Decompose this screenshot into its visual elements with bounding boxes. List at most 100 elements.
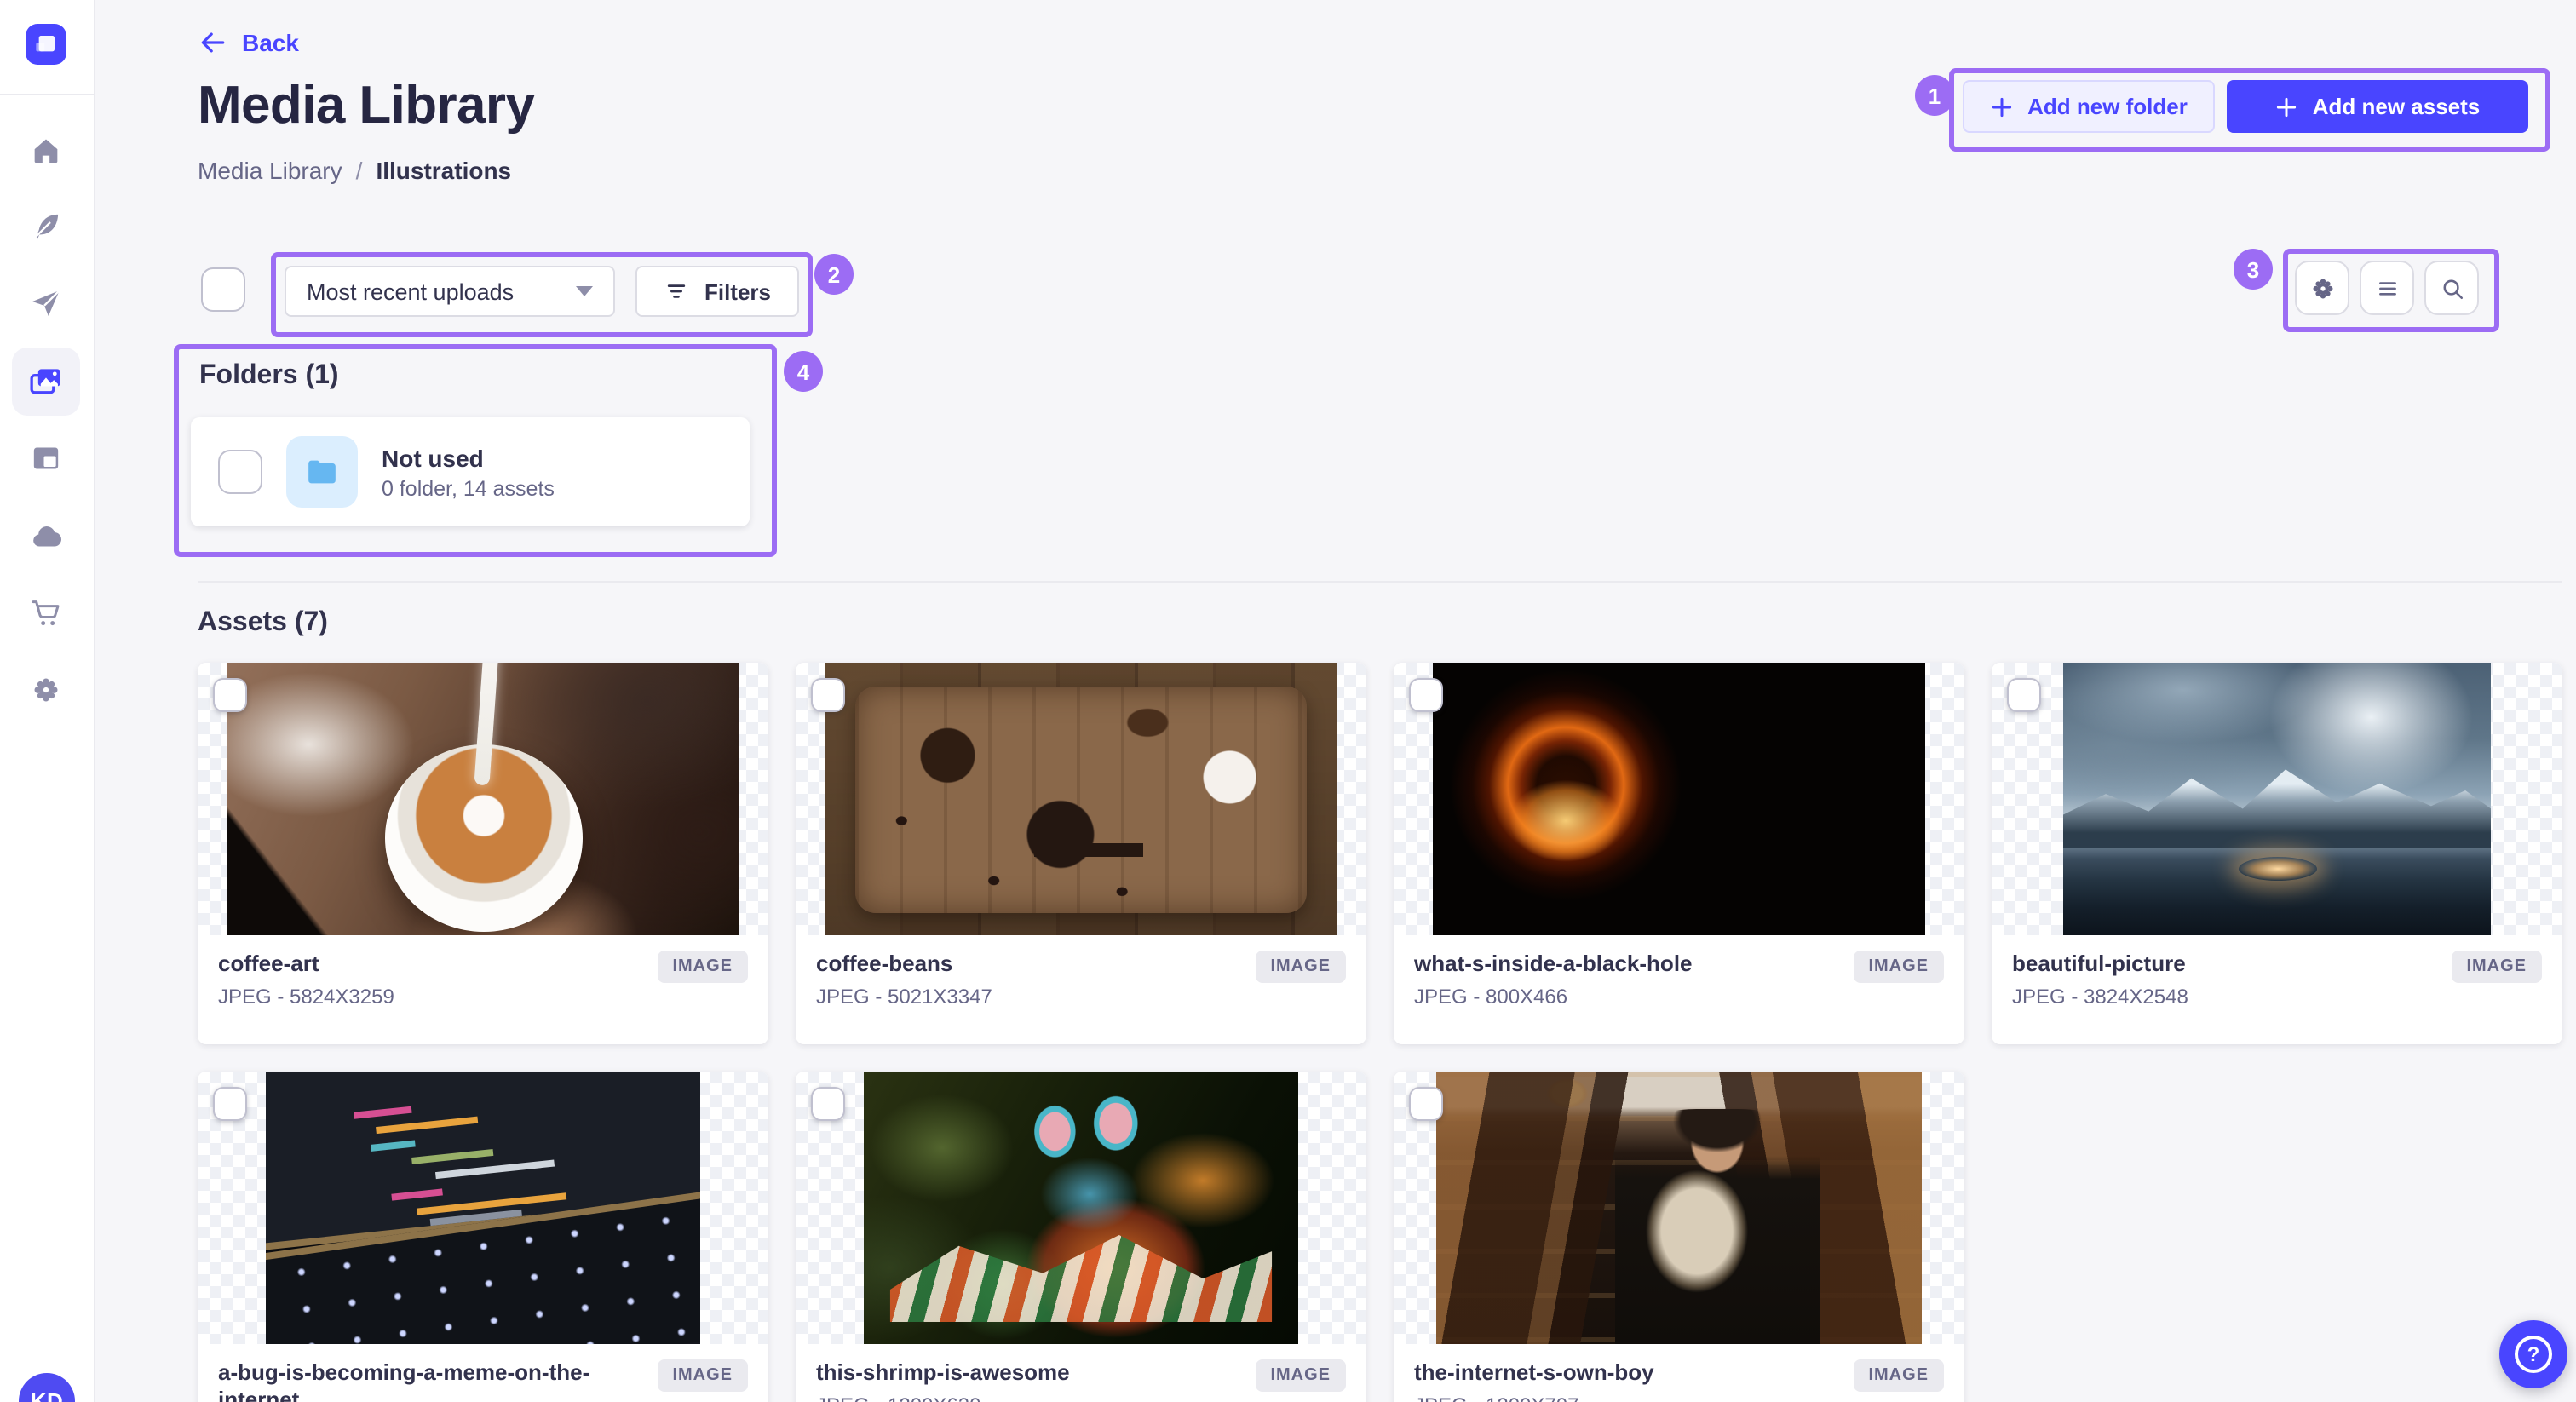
plus-icon: [1992, 96, 2012, 117]
asset-meta: JPEG - 800X466: [1414, 985, 1568, 1008]
asset-title: coffee-beans: [816, 951, 953, 976]
asset-photo-library-boy: [1436, 1072, 1922, 1344]
asset-title: coffee-art: [218, 951, 319, 976]
asset-type-badge: IMAGE: [657, 951, 748, 983]
sidebar-item-settings[interactable]: [12, 656, 80, 724]
sidebar-divider: [0, 94, 94, 95]
paper-plane-icon: [32, 290, 60, 316]
asset-checkbox[interactable]: [2007, 678, 2041, 712]
asset-checkbox[interactable]: [1409, 678, 1443, 712]
cog-icon: [2312, 278, 2332, 298]
asset-thumbnail: [796, 663, 1366, 935]
sidebar-item-home[interactable]: [12, 116, 80, 184]
asset-photo-coffee-art: [226, 663, 740, 935]
folder-meta: 0 folder, 14 assets: [382, 476, 555, 500]
assets-heading: Assets (7): [198, 608, 328, 637]
sidebar: KD: [0, 0, 95, 1402]
asset-card[interactable]: coffee-art JPEG - 5824X3259 IMAGE: [198, 663, 768, 1044]
asset-checkbox[interactable]: [811, 1087, 845, 1121]
asset-checkbox[interactable]: [213, 1087, 247, 1121]
view-settings-button[interactable]: [2295, 261, 2349, 315]
asset-title: the-internet-s-own-boy: [1414, 1359, 1654, 1385]
asset-photo-shrimp: [864, 1072, 1298, 1344]
chevron-down-icon: [576, 286, 593, 296]
assets-grid: coffee-art JPEG - 5824X3259 IMAGE coffee…: [198, 663, 2562, 1402]
cart-icon: [32, 600, 60, 626]
asset-thumbnail: [1394, 1072, 1964, 1344]
search-icon: [2442, 279, 2463, 299]
asset-thumbnail: [198, 663, 768, 935]
folder-checkbox[interactable]: [218, 450, 262, 494]
asset-meta: JPEG - 5021X3347: [816, 985, 992, 1008]
layout-icon: [33, 447, 59, 469]
asset-meta: JPEG - 1200X707: [1414, 1393, 1654, 1402]
back-label: Back: [242, 29, 299, 56]
feather-icon: [34, 214, 59, 239]
sidebar-item-marketplace[interactable]: [12, 579, 80, 647]
user-avatar[interactable]: KD: [19, 1373, 75, 1402]
filters-button[interactable]: Filters: [635, 266, 799, 317]
folder-name: Not used: [382, 444, 484, 471]
annotation-badge-4: 4: [784, 351, 823, 392]
asset-type-badge: IMAGE: [1255, 951, 1346, 983]
asset-thumbnail: [1992, 663, 2562, 935]
list-icon: [2378, 281, 2395, 295]
folder-tile: [286, 436, 358, 508]
sidebar-item-cloud[interactable]: [12, 503, 80, 571]
search-button[interactable]: [2424, 261, 2479, 315]
asset-meta: JPEG - 3824X2548: [2012, 985, 2188, 1008]
breadcrumb: Media Library / Illustrations: [198, 157, 511, 184]
asset-type-badge: IMAGE: [2451, 951, 2542, 983]
asset-title: beautiful-picture: [2012, 951, 2186, 976]
asset-type-badge: IMAGE: [1255, 1359, 1346, 1392]
asset-title: a-bug-is-becoming-a-meme-on-the-internet: [218, 1359, 590, 1402]
asset-card[interactable]: the-internet-s-own-boy JPEG - 1200X707 I…: [1394, 1072, 1964, 1402]
breadcrumb-current: Illustrations: [376, 157, 512, 184]
media-library-icon: [30, 369, 60, 394]
asset-checkbox[interactable]: [1409, 1087, 1443, 1121]
strapi-logo[interactable]: [26, 24, 66, 65]
sidebar-item-content[interactable]: [12, 192, 80, 261]
asset-meta: JPEG - 5824X3259: [218, 985, 394, 1008]
asset-card[interactable]: what-s-inside-a-black-hole JPEG - 800X46…: [1394, 663, 1964, 1044]
gear-icon: [34, 678, 58, 702]
add-new-folder-button[interactable]: Add new folder: [1963, 80, 2215, 133]
sidebar-item-media-library[interactable]: [12, 348, 80, 416]
annotation-badge-1: 1: [1915, 75, 1954, 116]
asset-card[interactable]: beautiful-picture JPEG - 3824X2548 IMAGE: [1992, 663, 2562, 1044]
help-button[interactable]: ?: [2499, 1320, 2567, 1388]
asset-photo-black-hole: [1433, 663, 1925, 935]
breadcrumb-parent[interactable]: Media Library: [198, 157, 342, 184]
asset-card[interactable]: this-shrimp-is-awesome JPEG - 1200X630 I…: [796, 1072, 1366, 1402]
asset-card[interactable]: a-bug-is-becoming-a-meme-on-the-internet…: [198, 1072, 768, 1402]
home-icon: [34, 139, 58, 163]
asset-title: this-shrimp-is-awesome: [816, 1359, 1070, 1385]
asset-photo-laptop-code: [266, 1072, 700, 1344]
breadcrumb-separator: /: [355, 157, 363, 184]
back-link[interactable]: Back: [198, 27, 299, 58]
asset-thumbnail: [1394, 663, 1964, 935]
select-all-checkbox[interactable]: [201, 267, 245, 312]
asset-type-badge: IMAGE: [1853, 1359, 1944, 1392]
annotation-badge-3: 3: [2234, 249, 2273, 290]
sidebar-item-content-type-builder[interactable]: [12, 424, 80, 492]
asset-checkbox[interactable]: [213, 678, 247, 712]
sort-select[interactable]: Most recent uploads: [285, 266, 615, 317]
asset-type-badge: IMAGE: [1853, 951, 1944, 983]
asset-thumbnail: [796, 1072, 1366, 1344]
add-new-assets-button[interactable]: Add new assets: [2227, 80, 2528, 133]
sidebar-item-publish[interactable]: [12, 269, 80, 337]
page-title: Media Library: [198, 75, 535, 135]
asset-type-badge: IMAGE: [657, 1359, 748, 1392]
add-new-folder-label: Add new folder: [2027, 94, 2188, 119]
folders-heading: Folders (1): [199, 361, 339, 390]
asset-card[interactable]: coffee-beans JPEG - 5021X3347 IMAGE: [796, 663, 1366, 1044]
list-view-button[interactable]: [2360, 261, 2414, 315]
add-new-assets-label: Add new assets: [2312, 94, 2481, 119]
asset-thumbnail: [198, 1072, 768, 1344]
strapi-logo-icon: [36, 36, 55, 52]
section-divider: [198, 581, 2562, 583]
folder-card[interactable]: Not used 0 folder, 14 assets: [191, 417, 750, 526]
asset-checkbox[interactable]: [811, 678, 845, 712]
media-library-page: KD Back Media Library Media Library / Il…: [0, 0, 2576, 1402]
